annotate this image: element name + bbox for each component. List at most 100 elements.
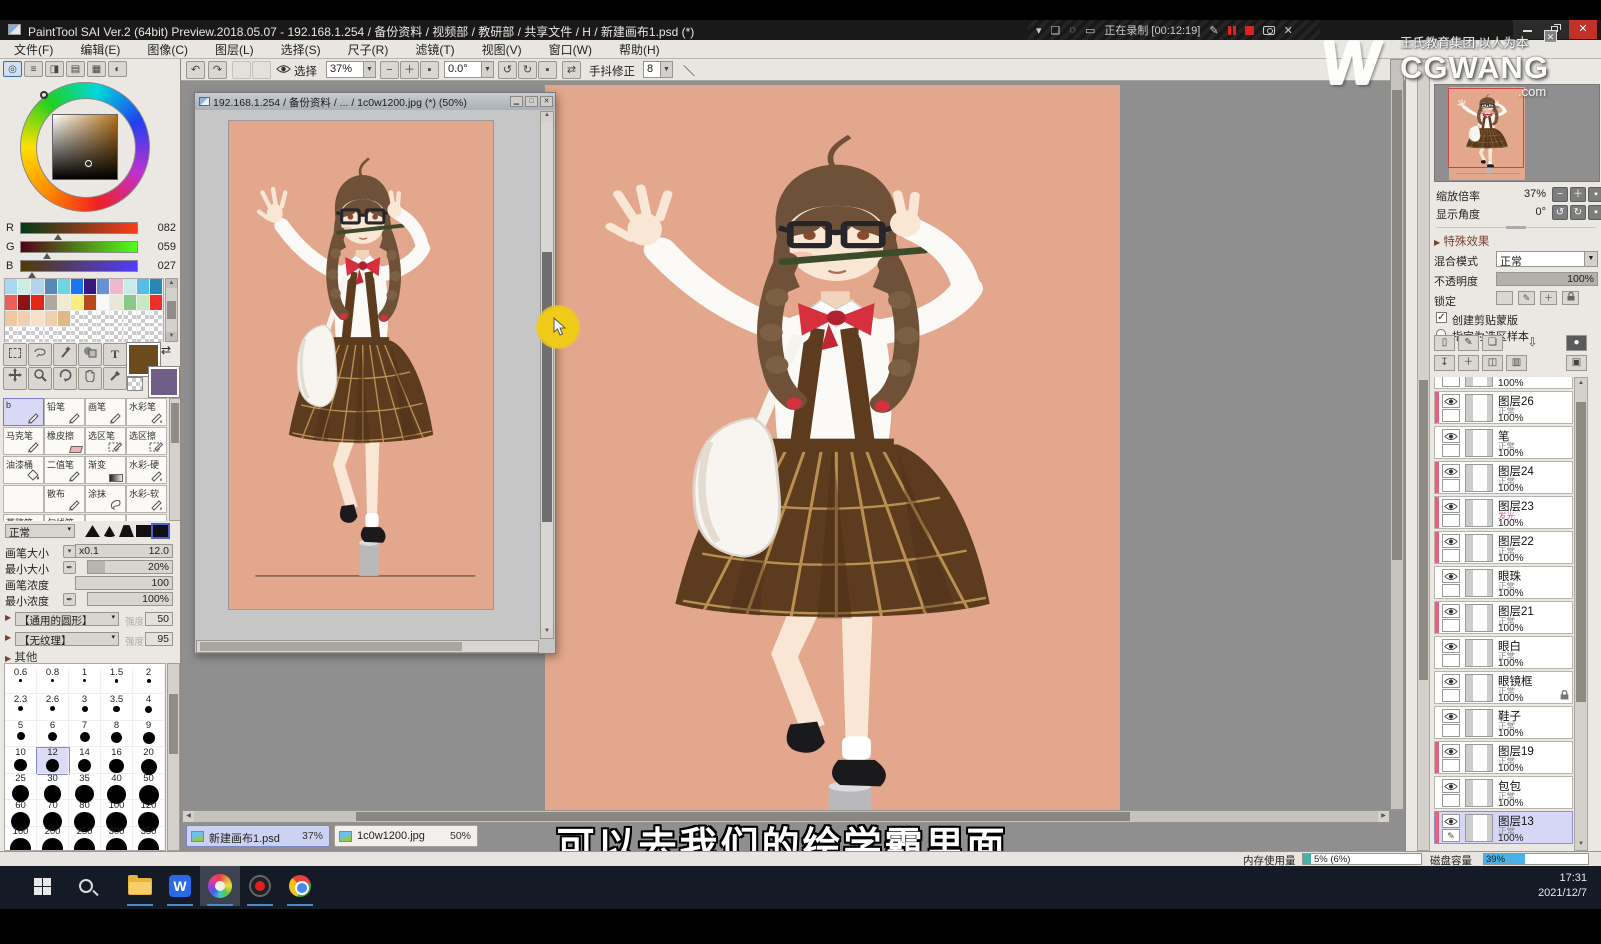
size-12[interactable]: 12 [36, 746, 70, 775]
layer-visibility-toggle[interactable] [1442, 779, 1460, 793]
layer-visibility-toggle[interactable] [1442, 569, 1460, 583]
taskbar-search[interactable] [66, 866, 106, 906]
layer-visibility-toggle[interactable] [1442, 814, 1460, 828]
rotate-ccw-button[interactable]: ↺ [498, 61, 517, 79]
swatch-empty[interactable] [123, 327, 137, 343]
opacity-slider[interactable]: 100% [1496, 272, 1598, 286]
layer-visibility-toggle[interactable] [1442, 534, 1460, 548]
swatch[interactable] [18, 279, 32, 295]
nav-zoom-reset-button[interactable]: ▪ [1588, 187, 1601, 202]
canvas-vertical-scrollbar[interactable] [1390, 59, 1404, 810]
brush-渐变[interactable]: 渐变 [85, 456, 126, 484]
brush-empty[interactable] [126, 514, 167, 521]
zoom-in-button[interactable]: ＋ [400, 61, 419, 79]
layer-row-图层26[interactable]: 图层26 正常 100% [1434, 391, 1573, 424]
layer-secondary-box[interactable] [1442, 794, 1460, 807]
layer-thumbnail[interactable] [1465, 779, 1493, 807]
swatch[interactable] [149, 279, 163, 295]
layer-thumbnail[interactable] [1465, 429, 1493, 457]
swatch-scroll-down-icon[interactable]: ▼ [166, 332, 177, 341]
shape-preset-dropdown[interactable]: 【通用的圆形】 ▾ [15, 612, 119, 627]
swatch-empty[interactable] [44, 327, 58, 343]
zoom-field[interactable]: 37% ▼ [326, 61, 376, 78]
transform-button[interactable]: ⇩ [1522, 335, 1543, 351]
swatch-empty[interactable] [84, 327, 98, 343]
merge-down-button[interactable]: ＋ [1458, 355, 1479, 371]
watermark-close-icon[interactable]: ✕ [1544, 30, 1557, 43]
brush-铅笔[interactable]: 铅笔 [44, 398, 85, 426]
blend-mode-dropdown[interactable]: 正常 ▼ [1496, 251, 1598, 268]
brush-水彩-硬[interactable]: 水彩-硬 [126, 456, 167, 484]
layer-secondary-box[interactable]: ✎ [1442, 829, 1460, 842]
size-250[interactable]: 250 [69, 827, 101, 850]
layer-thumbnail[interactable] [1465, 377, 1493, 387]
rec-stop-button[interactable] [1244, 25, 1254, 35]
layer-row-笔[interactable]: 笔正常 100% [1434, 426, 1573, 459]
layer-thumbnail[interactable] [1465, 394, 1493, 422]
size-3.5[interactable]: 3.5 [101, 694, 133, 721]
swatch[interactable] [123, 295, 137, 311]
swatch[interactable] [44, 295, 58, 311]
brush-水彩-软[interactable]: 水彩-软 [126, 485, 167, 513]
size-20[interactable]: 20 [133, 747, 165, 775]
brush-edge-square-icon[interactable] [136, 525, 151, 538]
swatch-empty[interactable] [136, 327, 150, 343]
layer-secondary-box[interactable] [1442, 409, 1460, 422]
layer-secondary-box[interactable] [1442, 584, 1460, 597]
zoom-out-button[interactable]: − [380, 61, 399, 79]
brush-grid-scrollbar[interactable] [169, 398, 180, 521]
taskbar-recorder[interactable] [240, 866, 280, 906]
lock-all-icon[interactable] [1562, 291, 1579, 305]
layer-row-眼白[interactable]: 眼白 正常 100% [1434, 636, 1573, 669]
swatch-empty[interactable] [97, 311, 111, 327]
new-layer-folder-button[interactable]: ❏ [1482, 335, 1503, 351]
brush-选区笔[interactable]: 选区笔 [85, 427, 126, 455]
color-slider-tab[interactable]: ≡ [24, 61, 43, 77]
background-color-chip[interactable] [148, 366, 180, 398]
color-sets-tab[interactable]: ▤ [66, 61, 85, 77]
swatch[interactable] [84, 295, 98, 311]
brush-油漆桶[interactable]: 油漆桶 [3, 456, 44, 484]
layer-row-包包[interactable]: 包包 正常 100% [1434, 776, 1573, 809]
ref-minimize-button[interactable]: ▁ [510, 96, 523, 107]
brush-水彩笔[interactable]: 水彩笔 [126, 398, 167, 426]
rec-window-icon[interactable]: ❏ [1051, 24, 1061, 37]
size-0.8[interactable]: 0.8 [37, 668, 69, 694]
rec-pen-icon[interactable]: ✎ [1209, 24, 1218, 37]
lasso-tool[interactable] [28, 343, 52, 366]
layer-visibility-toggle[interactable] [1442, 394, 1460, 408]
swatch-empty[interactable] [123, 311, 137, 327]
size-30[interactable]: 30 [37, 774, 69, 803]
brush-edge-flat-icon[interactable] [119, 525, 134, 538]
swatch[interactable] [97, 295, 111, 311]
brush-画笔[interactable]: 画笔 [85, 398, 126, 426]
size-9[interactable]: 9 [133, 721, 165, 747]
layer-thumbnail[interactable] [1465, 674, 1493, 702]
brush-edge-soft-icon[interactable] [103, 526, 116, 538]
angle-reset-button[interactable]: ▪ [538, 61, 557, 79]
rec-close-icon[interactable]: ✕ [1284, 24, 1293, 37]
hand-tool[interactable] [78, 367, 102, 390]
brush-size-field[interactable]: x0.1 12.0 [75, 544, 173, 558]
color-compare-tab[interactable]: ◐ [108, 61, 127, 77]
new-linework-layer-button[interactable]: ✎ [1458, 335, 1479, 351]
menu-item[interactable]: 图层(L) [215, 41, 254, 58]
swatch[interactable] [5, 279, 19, 295]
min-size-field[interactable]: 20% [87, 560, 173, 574]
swatch[interactable] [31, 295, 45, 311]
size-80[interactable]: 80 [69, 800, 101, 832]
texture-expand-icon[interactable]: ▶ [5, 633, 11, 642]
reference-window-titlebar[interactable]: 192.168.1.254 / 备份资料 / ... / 1c0w1200.jp… [195, 93, 555, 110]
menu-item[interactable]: 视图(V) [482, 41, 522, 58]
lock-pixels-icon[interactable]: ✎ [1518, 291, 1535, 305]
size-50[interactable]: 50 [133, 774, 165, 805]
swatch-empty[interactable] [149, 327, 163, 343]
size-200[interactable]: 200 [37, 827, 69, 850]
brush-橡皮擦[interactable]: 橡皮擦 [44, 427, 85, 455]
brush-二值笔[interactable]: 二值笔 [44, 456, 85, 484]
layer-secondary-box[interactable] [1442, 479, 1460, 492]
lock-transparency-icon[interactable] [1496, 291, 1513, 305]
layer-thumbnail[interactable] [1465, 569, 1493, 597]
layer-visibility-toggle[interactable] [1442, 499, 1460, 513]
layer-scroll-down-icon[interactable]: ▼ [1575, 839, 1587, 850]
